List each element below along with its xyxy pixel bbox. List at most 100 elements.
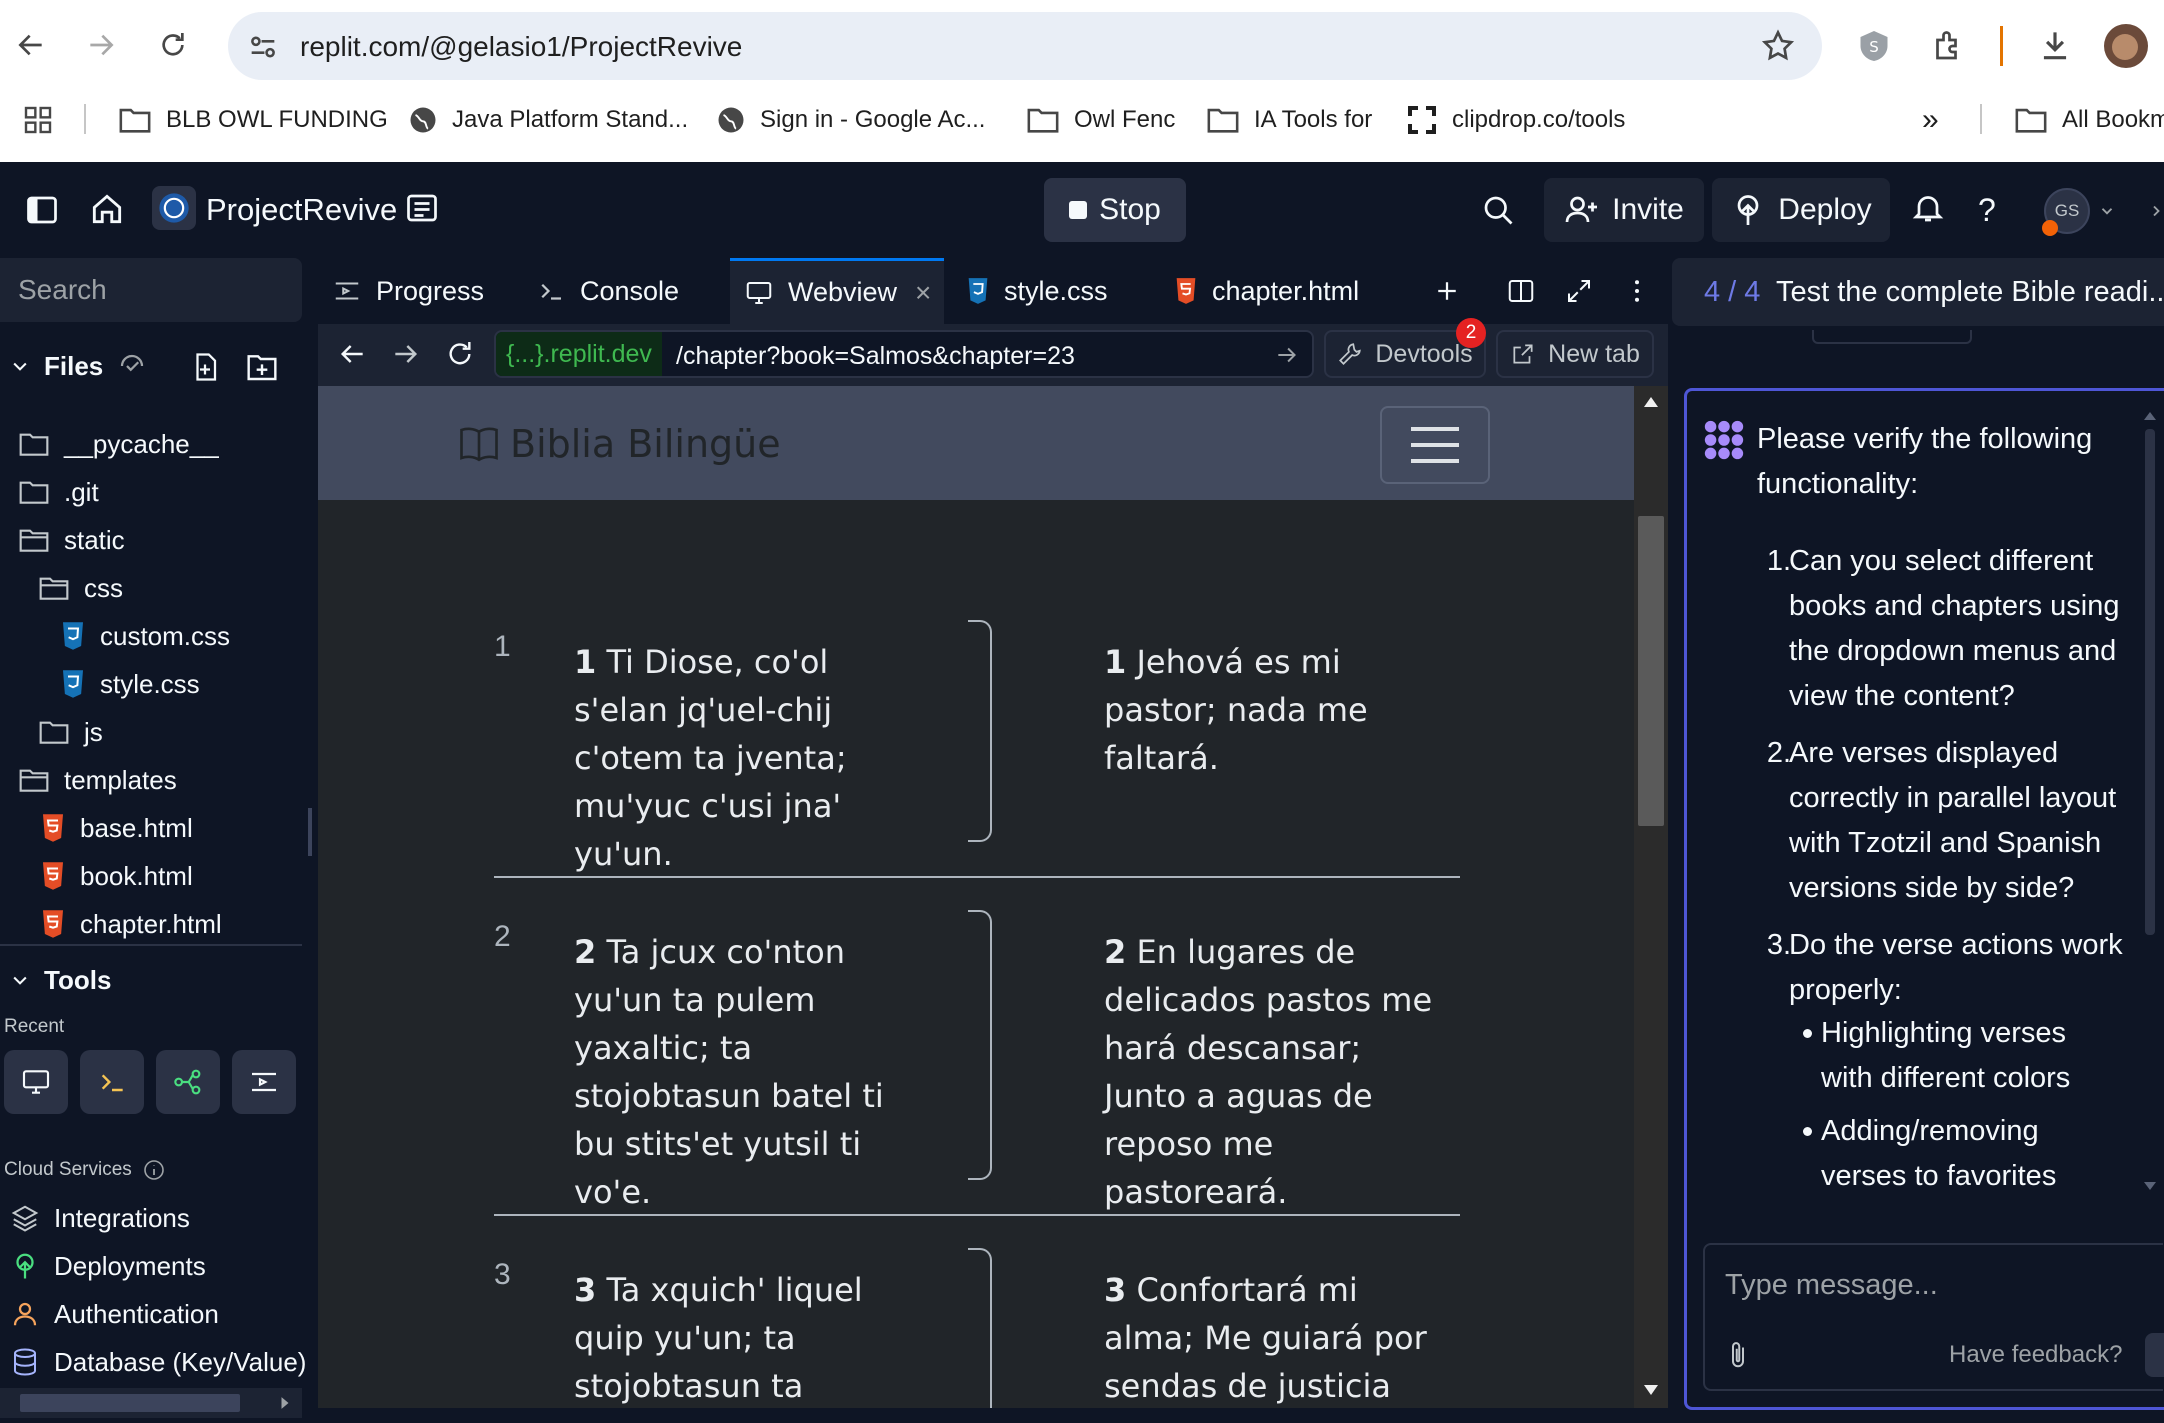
new-tab-button[interactable]: New tab bbox=[1496, 330, 1654, 378]
chevron-right-icon[interactable] bbox=[2150, 202, 2164, 220]
tree-scrollbar[interactable] bbox=[308, 808, 312, 856]
service-authentication[interactable]: Authentication bbox=[10, 1292, 219, 1336]
feedback-link[interactable]: Have feedback? bbox=[1949, 1341, 2122, 1369]
files-section-header[interactable]: Files bbox=[10, 344, 147, 388]
address-bar[interactable]: replit.com/@gelasio1/ProjectRevive bbox=[228, 12, 1822, 80]
tree-file[interactable]: custom.css bbox=[60, 614, 230, 658]
agent-step-header[interactable]: 4 / 4 Test the complete Bible readi... bbox=[1672, 258, 2164, 326]
verse-spanish[interactable]: 3 Confortará mi alma; Me guiará por send… bbox=[1104, 1266, 1434, 1408]
new-file-icon[interactable] bbox=[190, 352, 220, 382]
send-button[interactable] bbox=[2145, 1333, 2164, 1377]
paperclip-icon[interactable] bbox=[1723, 1339, 1753, 1371]
verse-tzotzil[interactable]: 3 Ta xquich' liquel quip yu'un; ta stojo… bbox=[574, 1266, 904, 1408]
more-options-icon[interactable] bbox=[1622, 276, 1652, 306]
site-settings-icon[interactable] bbox=[246, 30, 280, 64]
split-pane-icon[interactable] bbox=[1506, 276, 1536, 306]
download-icon[interactable] bbox=[2036, 26, 2074, 64]
webview-forward-icon[interactable] bbox=[390, 338, 422, 370]
tree-file[interactable]: base.html bbox=[40, 806, 193, 850]
extensions-puzzle-icon[interactable] bbox=[1930, 28, 1966, 64]
info-icon[interactable] bbox=[142, 1158, 166, 1182]
tab-progress[interactable]: Progress bbox=[318, 258, 518, 324]
user-icon bbox=[13, 1302, 37, 1326]
tree-folder[interactable]: css bbox=[38, 566, 123, 610]
webview-back-icon[interactable] bbox=[336, 338, 368, 370]
service-integrations[interactable]: Integrations bbox=[10, 1196, 190, 1240]
invite-button[interactable]: Invite bbox=[1544, 178, 1704, 242]
maximize-icon[interactable] bbox=[1564, 276, 1594, 306]
files-label: Files bbox=[44, 350, 104, 381]
url-text[interactable]: replit.com/@gelasio1/ProjectRevive bbox=[300, 31, 742, 63]
bookmark-item[interactable]: clipdrop.co/tools bbox=[1406, 100, 1625, 140]
site-brand[interactable]: Biblia Bilingüe bbox=[458, 422, 781, 466]
message-input[interactable]: Type message... Have feedback? bbox=[1703, 1243, 2164, 1391]
bookmark-item[interactable]: Java Platform Stand... bbox=[408, 100, 688, 140]
tab-webview[interactable]: Webview × bbox=[730, 258, 944, 324]
recent-tool-git[interactable] bbox=[156, 1050, 220, 1114]
tree-folder[interactable]: static bbox=[18, 518, 125, 562]
close-tab-icon[interactable]: × bbox=[915, 277, 931, 309]
recent-tool-webview[interactable] bbox=[4, 1050, 68, 1114]
verse-tzotzil[interactable]: 2 Ta jcux co'nton yu'un ta pulem yaxalti… bbox=[574, 928, 904, 1216]
reload-icon[interactable] bbox=[150, 22, 196, 68]
bookmark-item[interactable]: BLB OWL FUNDING bbox=[118, 100, 388, 140]
user-avatar[interactable]: GS bbox=[2042, 188, 2090, 236]
tree-file[interactable]: chapter.html bbox=[40, 902, 222, 946]
sidebar-toggle-icon[interactable] bbox=[24, 192, 60, 228]
new-folder-icon[interactable] bbox=[246, 352, 278, 382]
profile-avatar[interactable] bbox=[2104, 24, 2148, 68]
back-icon[interactable] bbox=[8, 22, 54, 68]
navbar-toggler-button[interactable] bbox=[1380, 406, 1490, 484]
tree-file[interactable]: book.html bbox=[40, 854, 193, 898]
all-bookmarks-button[interactable]: All Bookm bbox=[2014, 100, 2164, 140]
bookmark-star-icon[interactable] bbox=[1760, 28, 1796, 64]
webview-reload-icon[interactable] bbox=[444, 338, 476, 370]
add-tab-icon[interactable] bbox=[1432, 276, 1462, 306]
webview-scrollbar[interactable] bbox=[1634, 386, 1668, 1408]
go-arrow-icon[interactable] bbox=[1274, 342, 1300, 368]
tab-chapter-html[interactable]: chapter.html bbox=[1160, 258, 1406, 324]
webview-url-input[interactable]: {...}.replit.dev /chapter?book=Salmos&ch… bbox=[494, 330, 1314, 378]
service-database[interactable]: Database (Key/Value) bbox=[10, 1340, 306, 1384]
search-icon[interactable] bbox=[1480, 192, 1516, 228]
project-info-icon[interactable] bbox=[404, 190, 440, 226]
bookmark-label: clipdrop.co/tools bbox=[1452, 106, 1626, 133]
tree-folder[interactable]: js bbox=[38, 710, 103, 754]
scrollbar-thumb[interactable] bbox=[1638, 516, 1664, 826]
bookmark-item[interactable]: IA Tools for bbox=[1206, 100, 1372, 140]
folder-icon bbox=[19, 481, 49, 504]
sidebar-search-input[interactable]: Search bbox=[0, 258, 302, 322]
horizontal-scrollbar[interactable] bbox=[0, 1388, 302, 1418]
home-icon[interactable] bbox=[88, 190, 126, 228]
tree-folder[interactable]: templates bbox=[18, 758, 177, 802]
notifications-bell-icon[interactable] bbox=[1910, 190, 1946, 226]
verse-spanish[interactable]: 1 Jehová es mi pastor; nada me faltará. bbox=[1104, 638, 1434, 782]
tab-console[interactable]: Console bbox=[522, 258, 722, 324]
bookmark-item[interactable]: Sign in - Google Ac... bbox=[716, 100, 985, 140]
deploy-button[interactable]: Deploy bbox=[1712, 178, 1890, 242]
tools-section-header[interactable]: Tools bbox=[10, 958, 111, 1002]
forward-icon[interactable] bbox=[78, 22, 124, 68]
recent-tool-console[interactable] bbox=[80, 1050, 144, 1114]
agent-panel: 4 / 4 Test the complete Bible readi... P… bbox=[1668, 258, 2164, 1423]
tree-folder[interactable]: .git bbox=[18, 470, 99, 514]
folder-icon bbox=[19, 433, 49, 456]
tree-folder[interactable]: __pycache__ bbox=[18, 422, 219, 466]
devtools-button[interactable]: Devtools 2 bbox=[1324, 318, 1486, 378]
bookmarks-overflow-button[interactable]: » bbox=[1922, 100, 1939, 140]
tab-style-css[interactable]: style.css bbox=[952, 258, 1152, 324]
project-name[interactable]: ProjectRevive bbox=[206, 192, 397, 228]
verse-spanish[interactable]: 2 En lugares de delicados pastos me hará… bbox=[1104, 928, 1434, 1216]
help-icon[interactable]: ? bbox=[1978, 192, 1996, 229]
service-deployments[interactable]: Deployments bbox=[10, 1244, 206, 1288]
tree-file[interactable]: style.css bbox=[60, 662, 200, 706]
agent-scrollbar[interactable] bbox=[2141, 411, 2159, 1191]
verse-text: Ta xquich' liquel quip yu'un; ta stojobt… bbox=[574, 1271, 863, 1405]
apps-grid-icon[interactable] bbox=[22, 104, 54, 136]
stop-button[interactable]: Stop bbox=[1044, 178, 1186, 242]
verse-tzotzil[interactable]: 1 Ti Diose, co'ol s'elan jq'uel-chij c'o… bbox=[574, 638, 904, 878]
chevron-down-icon[interactable] bbox=[2098, 202, 2116, 220]
recent-tool-progress[interactable] bbox=[232, 1050, 296, 1114]
extension-s-icon[interactable]: S bbox=[1856, 28, 1892, 64]
bookmark-item[interactable]: Owl Fenc bbox=[1026, 100, 1175, 140]
